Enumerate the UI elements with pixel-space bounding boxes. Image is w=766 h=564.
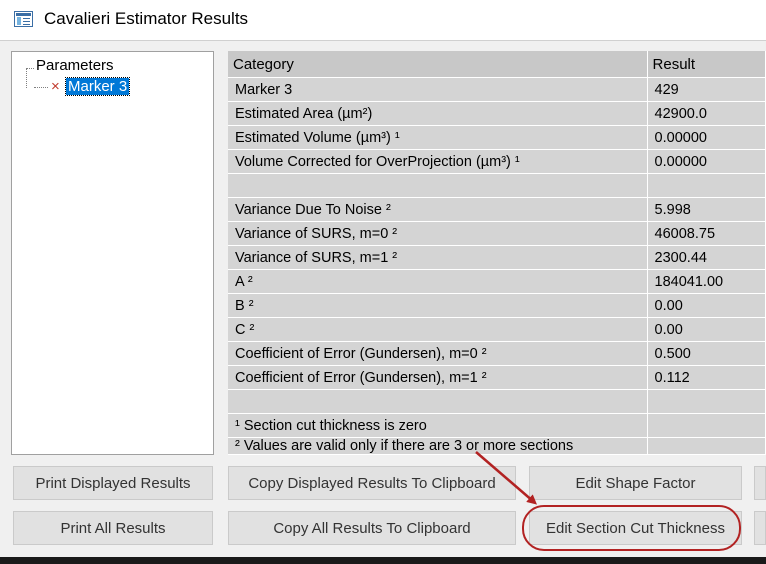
print-all-results-button[interactable]: Print All Results [13,511,213,545]
result-cell: 0.00 [647,317,766,342]
divider [0,40,766,41]
column-header-category[interactable]: Category [228,51,648,78]
table-row[interactable] [228,389,766,414]
result-cell: 0.500 [647,341,766,366]
table-row[interactable]: Variance of SURS, m=0 ² 46008.75 [228,221,766,246]
title-bar: Cavalieri Estimator Results [0,0,766,40]
copy-displayed-results-button[interactable]: Copy Displayed Results To Clipboard [228,466,516,500]
tree-connector [26,68,27,88]
result-cell [647,413,766,438]
edit-shape-factor-button[interactable]: Edit Shape Factor [529,466,742,500]
category-cell: B ² [228,293,648,318]
category-cell: C ² [228,317,648,342]
table-row[interactable]: B ² 0.00 [228,293,766,318]
table-row[interactable]: Coefficient of Error (Gundersen), m=0 ²0… [228,341,766,366]
table-row[interactable]: Estimated Volume (µm³) ¹ 0.00000 [228,125,766,150]
category-cell: Estimated Volume (µm³) ¹ [228,125,648,150]
table-row[interactable]: ¹ Section cut thickness is zero [228,413,766,438]
hidden-button[interactable] [754,466,766,500]
category-cell: Coefficient of Error (Gundersen), m=0 ² [228,341,648,366]
tree-connector [26,68,34,69]
table-row[interactable]: ² Values are valid only if there are 3 o… [228,437,766,455]
category-cell: Volume Corrected for OverProjection (µm³… [228,149,648,174]
tree-item-marker-3[interactable]: Marker 3 [64,77,131,96]
category-cell: Estimated Area (µm²) [228,101,648,126]
grid-header-row: Category Result [228,51,766,78]
category-cell: Variance Due To Noise ² [228,197,648,222]
marker-x-icon: × [51,78,60,95]
result-cell: 0.00000 [647,149,766,174]
result-cell: 0.00 [647,293,766,318]
category-cell [228,173,648,198]
result-cell: 0.112 [647,365,766,390]
window-app-icon [14,11,33,27]
result-cell: 42900.0 [647,101,766,126]
table-row[interactable]: Variance Due To Noise ² 5.998 [228,197,766,222]
footnote-cell: ¹ Section cut thickness is zero [228,413,648,438]
result-cell [647,389,766,414]
tree-connector [34,87,48,88]
category-cell: Marker 3 [228,77,648,102]
copy-all-results-button[interactable]: Copy All Results To Clipboard [228,511,516,545]
tree-root-parameters[interactable]: Parameters [36,57,114,74]
parameters-tree[interactable]: Parameters × Marker 3 [11,51,214,455]
result-cell [647,437,766,455]
table-row[interactable]: Volume Corrected for OverProjection (µm³… [228,149,766,174]
footnote-cell: ² Values are valid only if there are 3 o… [228,437,648,455]
column-header-result[interactable]: Result [647,51,766,78]
result-cell: 0.00000 [647,125,766,150]
table-row[interactable]: Coefficient of Error (Gundersen), m=1 ²0… [228,365,766,390]
result-cell: 5.998 [647,197,766,222]
category-cell: Variance of SURS, m=0 ² [228,221,648,246]
category-cell: Variance of SURS, m=1 ² [228,245,648,270]
category-cell [228,389,648,414]
table-row[interactable]: Variance of SURS, m=1 ² 2300.44 [228,245,766,270]
highlight-ellipse [522,505,741,551]
result-cell: 184041.00 [647,269,766,294]
hidden-button[interactable] [754,511,766,545]
table-row[interactable]: C ² 0.00 [228,317,766,342]
window-title: Cavalieri Estimator Results [44,9,249,28]
table-row[interactable]: A ² 184041.00 [228,269,766,294]
category-cell: A ² [228,269,648,294]
result-cell: 429 [647,77,766,102]
print-displayed-results-button[interactable]: Print Displayed Results [13,466,213,500]
table-row[interactable]: Marker 3 429 [228,77,766,102]
result-cell: 46008.75 [647,221,766,246]
taskbar-edge [0,557,766,564]
table-row[interactable] [228,173,766,198]
result-cell: 2300.44 [647,245,766,270]
category-cell: Coefficient of Error (Gundersen), m=1 ² [228,365,648,390]
result-cell [647,173,766,198]
table-row[interactable]: Estimated Area (µm²) 42900.0 [228,101,766,126]
results-grid[interactable]: Category Result Marker 3 429 Estimated Ar… [228,51,766,455]
